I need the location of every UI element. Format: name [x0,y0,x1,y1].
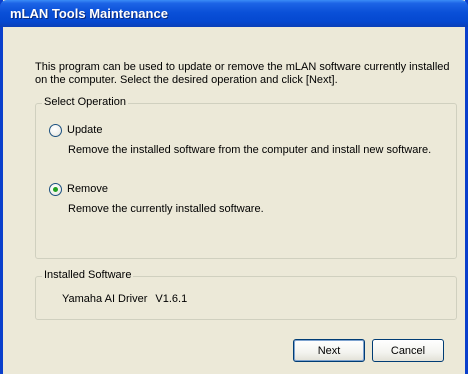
description-line-2: on the computer. Select the desired oper… [35,74,338,86]
software-version: V1.6.1 [155,293,188,305]
select-operation-legend: Select Operation [42,96,128,108]
window-title: mLAN Tools Maintenance [10,6,168,21]
cancel-button[interactable]: Cancel [372,339,444,362]
installed-software-group: Installed Software Yamaha AI Driver V1.6.… [35,269,457,320]
description-line-1: This program can be used to update or re… [35,61,450,73]
update-radio-label[interactable]: Update [67,124,102,136]
software-name: Yamaha AI Driver [62,293,148,305]
remove-radio[interactable] [49,183,62,196]
installed-software-entry: Yamaha AI Driver V1.6.1 [62,293,187,305]
update-description: Remove the installed software from the c… [68,144,432,156]
remove-description: Remove the currently installed software. [68,203,264,215]
remove-radio-label[interactable]: Remove [67,183,108,195]
update-radio[interactable] [49,124,62,137]
next-button[interactable]: Next [293,339,365,362]
installed-software-legend: Installed Software [42,269,134,281]
select-operation-group: Select Operation Update Remove the insta… [35,96,457,259]
maintenance-dialog: mLAN Tools Maintenance This program can … [0,0,468,374]
description-text: This program can be used to update or re… [35,61,450,87]
title-bar[interactable]: mLAN Tools Maintenance [0,0,468,27]
